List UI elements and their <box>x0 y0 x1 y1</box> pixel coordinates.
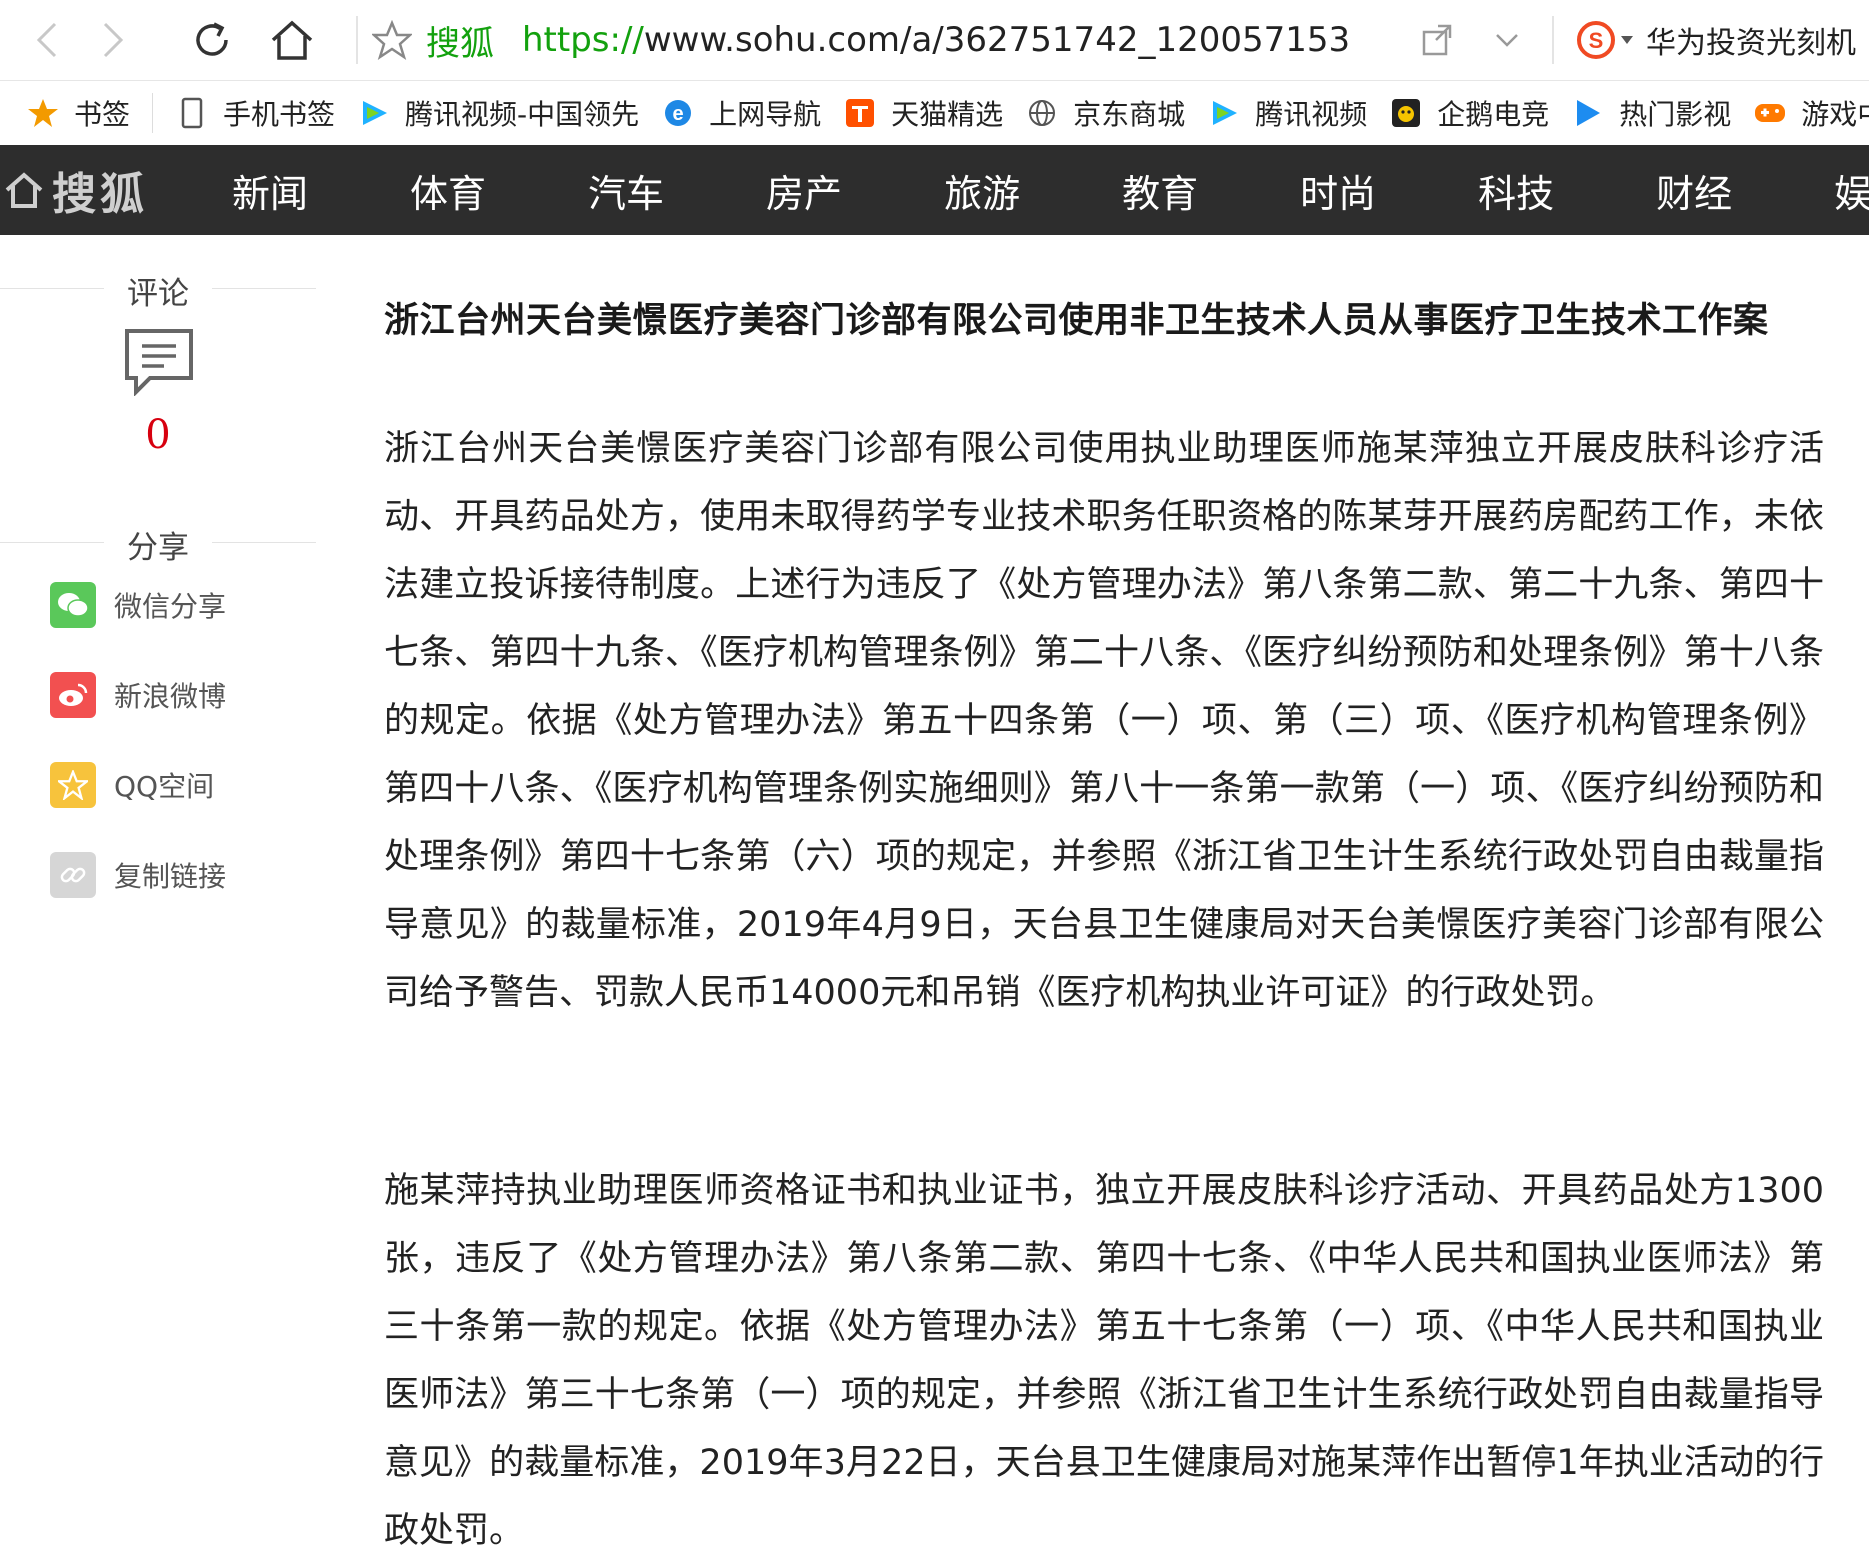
bookmark-item[interactable]: e 上网导航 <box>661 93 821 133</box>
share-label: 分享 <box>127 530 189 566</box>
copy-link-label: 复制链接 <box>114 860 227 893</box>
play-icon <box>1571 96 1605 130</box>
star-outline-icon[interactable] <box>372 20 412 60</box>
reload-button[interactable] <box>180 8 244 72</box>
share-wechat-button[interactable]: 微信分享 <box>50 582 226 628</box>
bookmark-divider <box>152 93 154 133</box>
nav-item-tech[interactable]: 科技 <box>1478 163 1554 218</box>
bookmark-label: 书签 <box>74 98 131 131</box>
sogou-search-icon[interactable]: S <box>1576 20 1616 60</box>
nav-item-sports[interactable]: 体育 <box>410 163 486 218</box>
bookmark-item[interactable]: 京东商城 <box>1025 93 1185 133</box>
comment-count[interactable]: 0 <box>0 412 316 458</box>
search-suggestion[interactable]: 华为投资光刻机 <box>1646 18 1856 62</box>
bookmark-label: 京东商城 <box>1073 98 1186 131</box>
bookmark-item[interactable]: 天猫精选 <box>843 93 1003 133</box>
bookmark-item[interactable]: 手机书签 <box>175 93 335 133</box>
penguin-icon <box>1389 96 1423 130</box>
bookmark-item[interactable]: 书签 <box>26 93 130 133</box>
article-title: 浙江台州天台美憬医疗美容门诊部有限公司使用非卫生技术人员从事医疗卫生技术工作案 <box>384 301 1769 341</box>
home-icon <box>271 20 313 60</box>
share-qzone-button[interactable]: QQ空间 <box>50 762 214 808</box>
share-qzone-label: QQ空间 <box>114 770 215 803</box>
wechat-icon <box>50 582 96 628</box>
nav-item-auto[interactable]: 汽车 <box>588 163 664 218</box>
address-url-protocol: https:// <box>522 20 644 60</box>
article-paragraph: 浙江台州天台美憬医疗美容门诊部有限公司使用执业助理医师施某萍独立开展皮肤科诊疗活… <box>384 429 1824 1013</box>
qzone-star-icon <box>50 762 96 808</box>
comment-label: 评论 <box>127 276 189 312</box>
back-button[interactable] <box>16 8 80 72</box>
address-site-label: 搜狐 <box>426 23 494 64</box>
nav-item-education[interactable]: 教育 <box>1122 163 1198 218</box>
bookmark-label: 热门影视 <box>1619 98 1732 131</box>
address-url: www.sohu.com/a/362751742_120057153 <box>643 20 1351 60</box>
bookmark-label: 上网导航 <box>709 98 822 131</box>
copy-link-button[interactable]: 复制链接 <box>50 852 226 898</box>
home-outline-icon <box>5 172 43 208</box>
nav-item-entertainment[interactable]: 娱 <box>1834 163 1869 218</box>
bookmark-item[interactable]: 企鹅电竞 <box>1389 93 1549 133</box>
address-bar[interactable]: 搜狐 https:// www.sohu.com/a/362751742_120… <box>372 8 1412 72</box>
toolbar-divider <box>1552 16 1554 64</box>
tencent-video-icon <box>1207 96 1241 130</box>
nav-item-fashion[interactable]: 时尚 <box>1300 163 1376 218</box>
tencent-video-icon <box>357 96 391 130</box>
bookmarks-bar: 书签 手机书签 腾讯视频-中国领先 e 上网导航 天猫精选 京东商城 腾讯视频 … <box>0 81 1869 146</box>
article-paragraph: 施某萍持执业助理医师资格证书和执业证书，独立开展皮肤科诊疗活动、开具药品处方13… <box>384 1171 1824 1551</box>
weibo-icon <box>50 672 96 718</box>
bookmark-label: 腾讯视频 <box>1255 98 1368 131</box>
toolbar-right: S 华为投资光刻机 <box>1420 8 1856 72</box>
home-button[interactable] <box>260 8 324 72</box>
chevron-down-icon[interactable] <box>1492 25 1522 55</box>
bookmark-label: 游戏中 <box>1801 98 1869 131</box>
nav-item-travel[interactable]: 旅游 <box>944 163 1020 218</box>
share-wechat-label: 微信分享 <box>114 590 227 623</box>
share-out-icon[interactable] <box>1420 22 1456 58</box>
caret-down-icon[interactable] <box>1620 33 1634 47</box>
globe-icon <box>1025 96 1059 130</box>
bookmark-label: 腾讯视频-中国领先 <box>405 98 640 131</box>
bookmark-item[interactable]: 腾讯视频-中国领先 <box>357 93 639 133</box>
bookmark-label: 企鹅电竞 <box>1437 98 1550 131</box>
share-weibo-button[interactable]: 新浪微博 <box>50 672 226 718</box>
chevron-right-icon <box>103 22 124 58</box>
comment-button[interactable] <box>124 328 194 400</box>
bookmark-item[interactable]: 腾讯视频 <box>1207 93 1367 133</box>
link-icon <box>50 852 96 898</box>
chevron-left-icon <box>36 22 57 58</box>
sohu-logo[interactable]: 搜狐 <box>4 158 148 222</box>
bookmark-label: 天猫精选 <box>891 98 1004 131</box>
ie-icon: e <box>661 96 695 130</box>
bookmark-label: 手机书签 <box>223 98 336 131</box>
star-icon <box>26 96 60 130</box>
share-weibo-label: 新浪微博 <box>114 680 227 713</box>
phone-icon <box>175 96 209 130</box>
nav-item-finance[interactable]: 财经 <box>1656 163 1732 218</box>
gamepad-icon <box>1753 96 1787 130</box>
nav-item-house[interactable]: 房产 <box>766 163 842 218</box>
toolbar-divider <box>356 16 358 64</box>
comment-icon <box>125 329 193 397</box>
browser-toolbar: 搜狐 https:// www.sohu.com/a/362751742_120… <box>0 0 1869 81</box>
forward-button[interactable] <box>80 8 144 72</box>
reload-icon <box>196 22 228 56</box>
tmall-icon <box>843 96 877 130</box>
bookmark-item[interactable]: 游戏中 <box>1753 93 1869 133</box>
svg-text:S: S <box>1589 28 1604 53</box>
svg-text:e: e <box>673 103 684 125</box>
share-section-header: 分享 <box>0 522 316 566</box>
logo-text: 搜狐 <box>52 169 148 220</box>
comment-section-header: 评论 <box>0 268 316 312</box>
bookmark-item[interactable]: 热门影视 <box>1571 93 1731 133</box>
channel-nav: 搜狐 新闻 体育 汽车 房产 旅游 教育 时尚 科技 财经 娱 <box>0 145 1869 235</box>
nav-item-news[interactable]: 新闻 <box>232 163 308 218</box>
